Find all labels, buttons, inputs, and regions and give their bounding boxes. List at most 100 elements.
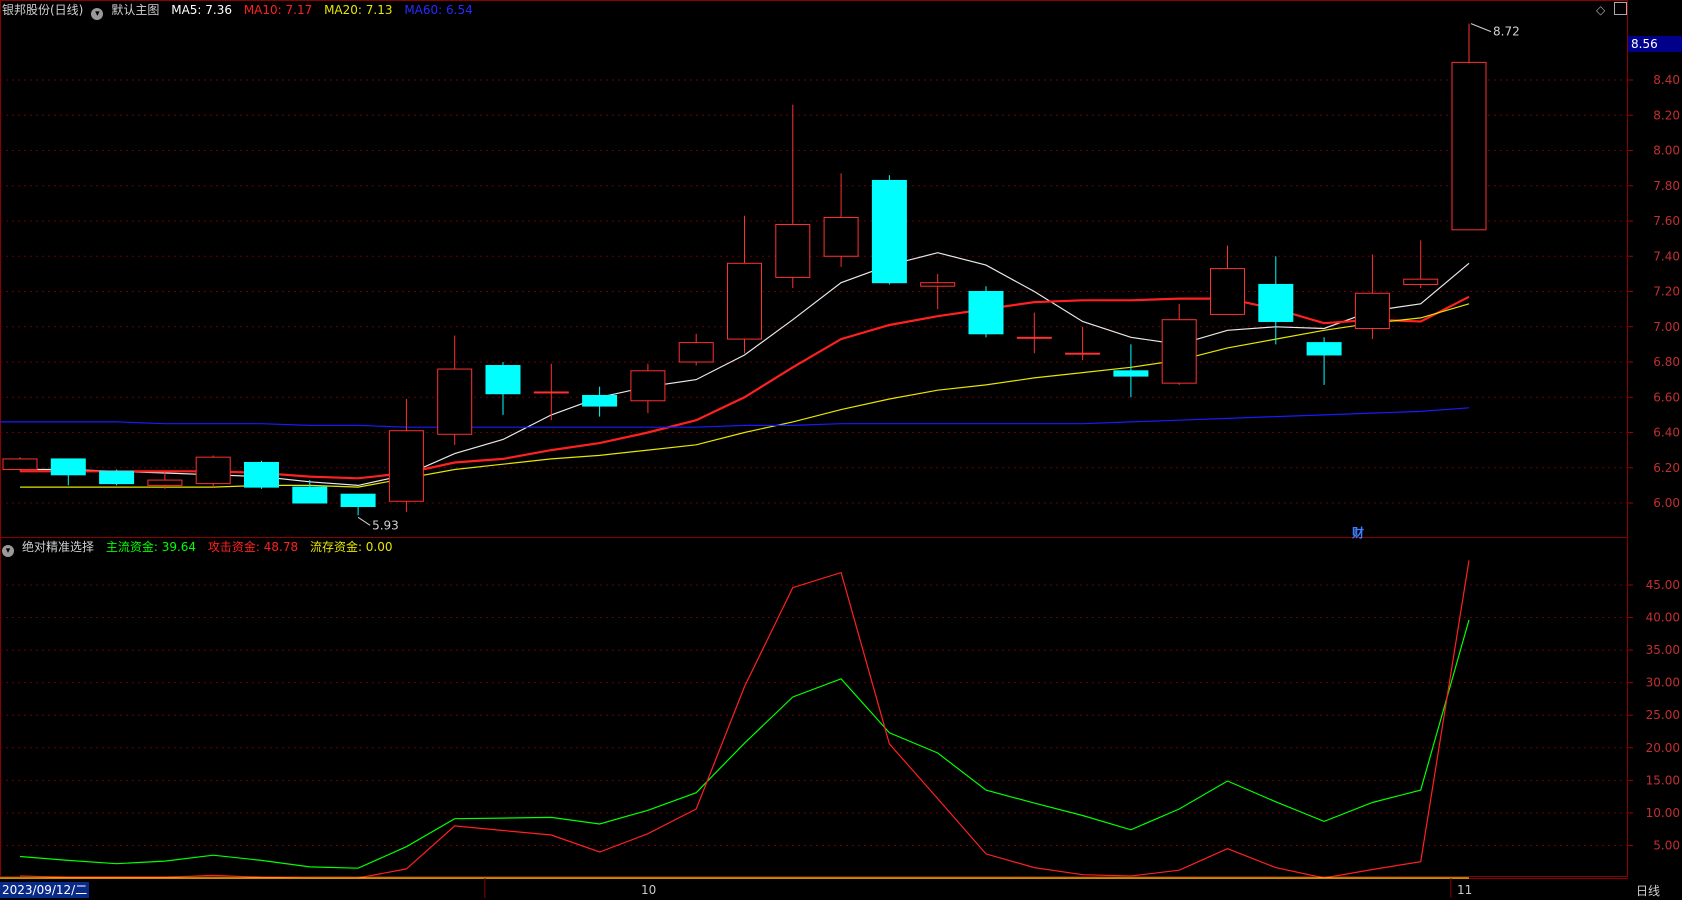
y-tick-label-main: 7.60: [1653, 214, 1680, 228]
candle: [99, 469, 135, 486]
candle: [630, 363, 666, 414]
current-price-tag: 8.56: [1628, 36, 1682, 52]
low-price-label: 5.93: [372, 518, 399, 532]
period-label[interactable]: 日线: [1636, 882, 1660, 899]
candle-body-up: [533, 391, 569, 394]
stock-title: 银邦股份(日线): [2, 3, 84, 17]
candle-body-down: [1113, 370, 1149, 377]
candle: [678, 333, 714, 366]
candle: [775, 104, 811, 288]
y-tick-label-main: 7.40: [1653, 249, 1680, 263]
template-name[interactable]: 默认主图: [111, 3, 159, 17]
y-tick-label-sub: 30.00: [1646, 676, 1680, 690]
candle-body-up: [1161, 319, 1197, 384]
candle: [968, 286, 1004, 338]
indicator-header: ▾ 绝对精准选择 主流资金: 39.64 攻击资金: 48.78 流存资金: 0.…: [2, 540, 401, 557]
candle-body-up: [727, 262, 762, 340]
candle: [292, 480, 328, 504]
ma10-legend: MA10: 7.17: [243, 3, 313, 17]
y-tick-label-sub: 45.00: [1646, 578, 1680, 592]
y-tick-label-main: 8.20: [1653, 108, 1680, 122]
y-tick-label-main: 6.00: [1653, 496, 1680, 510]
y-tick-label-sub: 35.00: [1646, 643, 1680, 657]
template-dropdown-icon[interactable]: ▾: [91, 8, 104, 20]
month-10-label: 10: [641, 883, 657, 897]
candle: [1016, 312, 1052, 354]
financial-report-marker[interactable]: 财: [1352, 524, 1364, 541]
candle-body-up: [1354, 292, 1390, 330]
candle-body-down: [50, 458, 86, 476]
y-tick-label-main: 6.60: [1653, 390, 1680, 404]
candle: [1451, 23, 1487, 231]
y-tick-label-main: 7.80: [1653, 179, 1680, 193]
y-tick-label-sub: 40.00: [1646, 611, 1680, 625]
candle-body-up: [2, 458, 38, 471]
candle-body-down: [340, 493, 376, 508]
candle: [388, 399, 424, 512]
indicator-name[interactable]: 绝对精准选择: [22, 540, 94, 554]
candle: [1210, 245, 1245, 315]
candle-body-up: [823, 216, 859, 257]
y-tick-label-main: 8.40: [1653, 73, 1680, 87]
candle: [582, 386, 618, 417]
y-tick-label-main: 6.40: [1653, 426, 1680, 440]
candle-body-down: [485, 365, 521, 395]
y-tick-label-sub: 10.00: [1646, 806, 1680, 820]
candle: [871, 175, 907, 285]
date-start-label: 2023/09/12/二: [0, 882, 90, 898]
y-tick-label-sub: 25.00: [1646, 708, 1680, 722]
high-price-label: 8.72: [1493, 25, 1520, 39]
y-tick-label-main: 7.00: [1653, 320, 1680, 334]
candle-body-down: [1306, 342, 1342, 356]
indicator-line-main-funds: [19, 619, 1470, 869]
candle-body-up: [1065, 352, 1101, 355]
candle: [533, 363, 569, 421]
candle-body-up: [775, 224, 811, 278]
attack-funds-legend: 攻击资金: 48.78: [207, 540, 299, 554]
candle: [244, 460, 279, 489]
candle-body-down: [871, 179, 907, 284]
ma20-legend: MA20: 7.13: [324, 3, 393, 17]
candle: [50, 458, 86, 486]
candle-body-down: [99, 470, 135, 485]
candle: [437, 335, 473, 445]
candle: [1065, 326, 1101, 361]
low-arrow: [357, 516, 371, 526]
candle-body-down: [244, 461, 279, 488]
candle-body-up: [1403, 278, 1439, 285]
candle: [1306, 337, 1342, 385]
ma-line-ma60: [0, 407, 1470, 428]
candle-body-up: [437, 368, 473, 435]
candle-body-up: [1016, 336, 1052, 339]
window-toggle-icon[interactable]: [1614, 2, 1627, 15]
diamond-icon[interactable]: ◇: [1596, 3, 1605, 17]
candle: [485, 362, 521, 415]
candle: [1113, 344, 1149, 398]
candle-body-up: [388, 430, 424, 502]
ma60-legend: MA60: 6.54: [404, 3, 473, 17]
stock-funds-legend: 流存资金: 0.00: [309, 540, 393, 554]
candle: [1354, 254, 1390, 340]
candle-body-up: [678, 342, 714, 363]
y-tick-label-main: 7.20: [1653, 285, 1680, 299]
y-tick-label-main: 8.00: [1653, 144, 1680, 158]
candle-body-up: [1451, 61, 1487, 231]
candle: [1403, 240, 1439, 288]
candle-body-down: [582, 394, 618, 407]
high-arrow: [1470, 23, 1492, 33]
main-funds-legend: 主流资金: 39.64: [105, 540, 197, 554]
candle: [727, 215, 762, 354]
indicator-line-attack-funds: [19, 560, 1470, 879]
candle-body-down: [1258, 283, 1294, 322]
candle: [823, 173, 859, 267]
y-tick-label-sub: 15.00: [1646, 773, 1680, 787]
candle-body-down: [292, 486, 328, 504]
candle: [1258, 256, 1294, 345]
indicator-dropdown-icon[interactable]: ▾: [2, 545, 14, 557]
chart-canvas[interactable]: 6.00 6.20 6.40 6.60 6.80 7.00 7.20 7.40 7.60 7.80…: [0, 0, 1682, 900]
candle: [195, 455, 231, 488]
ma5-legend: MA5: 7.36: [171, 3, 232, 17]
candle-body-up: [195, 456, 231, 485]
candle-body-down: [968, 291, 1004, 335]
chart-stage[interactable]: 6.00 6.20 6.40 6.60 6.80 7.00 7.20 7.40 7.60 7.80…: [0, 0, 1682, 900]
